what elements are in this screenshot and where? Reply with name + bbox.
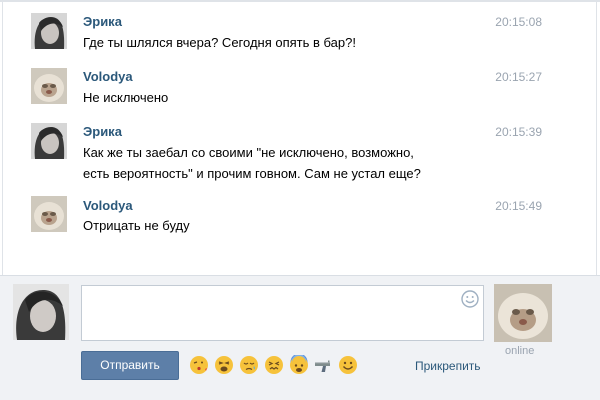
message-time: 20:15:08 [495, 15, 542, 29]
woman-photo-avatar[interactable] [31, 123, 67, 159]
my-avatar[interactable] [13, 284, 69, 340]
attach-link[interactable]: Прикрепить [415, 359, 481, 373]
send-button[interactable]: Отправить [81, 351, 179, 380]
message-author[interactable]: Эрика [83, 124, 122, 139]
message-author[interactable]: Volodya [83, 69, 133, 84]
message-author[interactable]: Эрика [83, 14, 122, 29]
kiss-emoji-icon[interactable] [189, 355, 209, 375]
tired-emoji-icon[interactable] [214, 355, 234, 375]
fearful-emoji-icon[interactable] [289, 355, 309, 375]
message-time: 20:15:27 [495, 70, 542, 84]
message-input[interactable] [81, 285, 484, 341]
message-author[interactable]: Volodya [83, 198, 133, 213]
peer-avatar[interactable] [494, 284, 552, 342]
woman-photo-avatar[interactable] [31, 13, 67, 49]
message-text: Как же ты заебал со своими "не исключено… [83, 145, 421, 181]
right-border [596, 0, 597, 275]
sad-relieved-emoji-icon[interactable] [239, 355, 259, 375]
confounded-emoji-icon[interactable] [264, 355, 284, 375]
cat-photo-avatar[interactable] [31, 196, 67, 232]
message-text: Отрицать не буду [83, 218, 190, 233]
message-text: Не исключено [83, 90, 169, 105]
pistol-emoji-icon[interactable] [313, 355, 333, 375]
smile-emoji-icon[interactable] [338, 355, 358, 375]
online-status: online [505, 345, 535, 357]
message-time: 20:15:39 [495, 125, 542, 139]
cat-photo-avatar[interactable] [31, 68, 67, 104]
smiley-icon[interactable] [461, 290, 479, 308]
top-border [0, 0, 600, 2]
left-border [2, 0, 3, 275]
message-text: Где ты шлялся вчера? Сегодня опять в бар… [83, 35, 356, 50]
message-time: 20:15:49 [495, 199, 542, 213]
